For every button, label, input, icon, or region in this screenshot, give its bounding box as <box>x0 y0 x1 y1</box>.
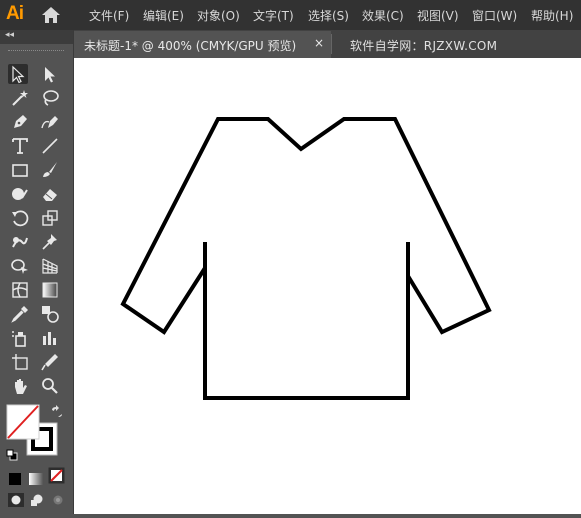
menu-type[interactable]: 文字(T) <box>253 7 294 24</box>
document-tab-title[interactable]: 未标题-1* @ 400% (CMYK/GPU 预览) <box>84 37 296 54</box>
pen-icon[interactable] <box>10 112 30 132</box>
sweater-body-outline <box>120 117 492 335</box>
sweater-drawing[interactable] <box>74 58 581 514</box>
draw-inside-icon[interactable] <box>50 492 66 511</box>
mesh-icon[interactable] <box>10 280 30 300</box>
column-graph-icon[interactable] <box>40 328 60 348</box>
blend-icon[interactable] <box>40 304 60 324</box>
tab-divider <box>331 34 332 54</box>
menu-file[interactable]: 文件(F) <box>89 7 129 24</box>
perspective-grid-icon[interactable] <box>40 256 60 276</box>
swap-fill-stroke-icon[interactable] <box>50 404 64 423</box>
lasso-icon[interactable] <box>40 88 60 108</box>
draw-normal-icon[interactable] <box>8 492 24 511</box>
hand-icon[interactable] <box>10 376 30 396</box>
direct-selection-arrow-white-icon[interactable] <box>40 64 60 84</box>
magnifier-icon[interactable] <box>40 376 60 396</box>
menu-edit[interactable]: 编辑(E) <box>143 7 184 24</box>
line-segment-icon[interactable] <box>40 136 60 156</box>
paintbrush-icon[interactable] <box>40 160 60 180</box>
app-logo: Ai <box>6 3 24 24</box>
panel-grip[interactable] <box>8 50 64 53</box>
close-icon[interactable]: × <box>314 36 324 50</box>
magic-wand-icon[interactable] <box>10 88 30 108</box>
scale-icon[interactable] <box>40 208 60 228</box>
sweater-outline <box>203 242 410 400</box>
color-mode-none[interactable] <box>48 467 65 488</box>
rectangle-icon[interactable] <box>10 160 30 180</box>
shape-builder-icon[interactable] <box>10 256 30 276</box>
selection-tool-arrow-black-icon[interactable] <box>8 64 28 84</box>
menu-view[interactable]: 视图(V) <box>417 7 459 24</box>
menu-effect[interactable]: 效果(C) <box>362 7 404 24</box>
symbol-sprayer-icon[interactable] <box>10 328 30 348</box>
pushpin-icon[interactable] <box>40 232 60 252</box>
eraser-icon[interactable] <box>40 184 60 204</box>
gradient-icon[interactable] <box>40 280 60 300</box>
menu-help[interactable]: 帮助(H) <box>531 7 573 24</box>
artboard-canvas[interactable] <box>74 58 581 514</box>
menu-window[interactable]: 窗口(W) <box>472 7 517 24</box>
color-mode-gradient[interactable] <box>29 470 43 489</box>
type-icon[interactable] <box>10 136 30 156</box>
eyedropper-icon[interactable] <box>10 304 30 324</box>
default-colors-icon[interactable] <box>6 446 18 465</box>
watermark-text: 软件自学网：RJZXW.COM <box>350 39 498 53</box>
home-icon[interactable] <box>40 5 62 25</box>
warp-icon[interactable] <box>10 232 30 252</box>
rotate-icon[interactable] <box>10 208 30 228</box>
slice-icon[interactable] <box>40 352 60 372</box>
artboard-icon[interactable] <box>10 352 30 372</box>
curvature-pen-icon[interactable] <box>40 112 60 132</box>
menu-select[interactable]: 选择(S) <box>308 7 349 24</box>
color-mode-solid[interactable] <box>9 470 21 489</box>
shaper-icon[interactable] <box>10 184 30 204</box>
collapse-panel-icon[interactable]: ◂◂ <box>5 30 14 40</box>
menu-object[interactable]: 对象(O) <box>197 7 240 24</box>
fill-swatch-none[interactable] <box>6 404 40 444</box>
draw-behind-icon[interactable] <box>29 492 45 511</box>
